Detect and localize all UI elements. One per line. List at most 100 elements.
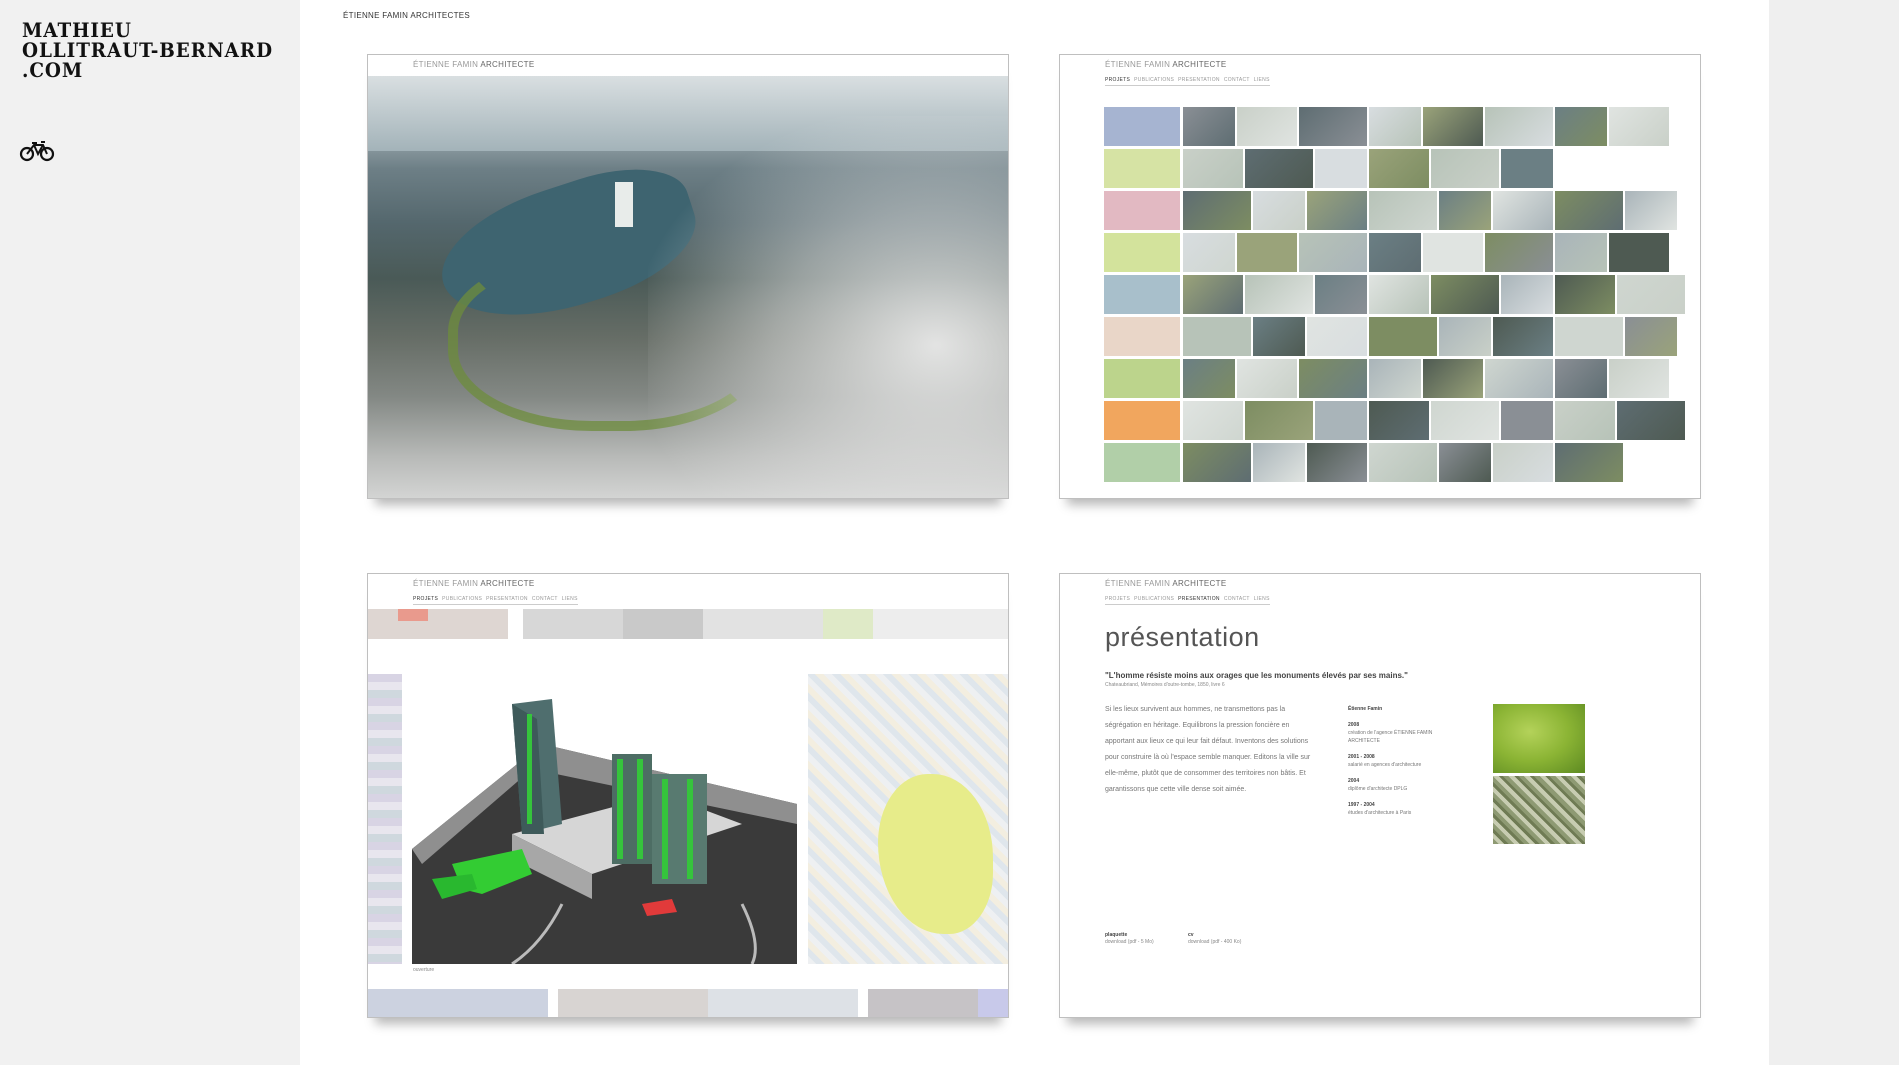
nav-presentation[interactable]: PRESENTATION bbox=[1178, 77, 1220, 83]
category-swatch[interactable] bbox=[1104, 443, 1180, 482]
project-thumbnail[interactable] bbox=[1501, 149, 1553, 188]
project-thumbnail[interactable] bbox=[1307, 443, 1367, 482]
download-brochure-link[interactable]: plaquette download (pdf - 5 Mo) bbox=[1105, 932, 1154, 946]
project-thumbnail[interactable] bbox=[1493, 443, 1553, 482]
project-thumbnail[interactable] bbox=[1423, 233, 1483, 272]
screenshot-card-presentation[interactable]: ÉTIENNE FAMIN ARCHITECTE PROJETS PUBLICAT… bbox=[1059, 573, 1701, 1018]
project-thumbnail[interactable] bbox=[1245, 401, 1313, 440]
project-thumbnail[interactable] bbox=[1183, 359, 1235, 398]
nav-presentation[interactable]: PRESENTATION bbox=[486, 596, 528, 602]
category-swatch[interactable] bbox=[1104, 191, 1180, 230]
project-thumbnail[interactable] bbox=[1237, 359, 1297, 398]
project-thumbnail[interactable] bbox=[1253, 191, 1305, 230]
project-thumbnail[interactable] bbox=[1609, 233, 1669, 272]
project-thumbnail[interactable] bbox=[1485, 359, 1553, 398]
project-thumbnail[interactable] bbox=[1245, 149, 1313, 188]
project-thumbnail[interactable] bbox=[1431, 149, 1499, 188]
project-thumbnail[interactable] bbox=[1369, 233, 1421, 272]
screenshot-card-model[interactable]: ÉTIENNE FAMIN ARCHITECTE PROJETS PUBLICAT… bbox=[367, 573, 1009, 1018]
category-swatch[interactable] bbox=[1104, 317, 1180, 356]
project-thumbnail[interactable] bbox=[1555, 317, 1623, 356]
project-thumbnail[interactable] bbox=[1307, 191, 1367, 230]
project-thumbnail[interactable] bbox=[1369, 401, 1429, 440]
screenshot-card-projects[interactable]: ÉTIENNE FAMIN ARCHITECTE PROJETS PUBLICAT… bbox=[1059, 54, 1701, 499]
nav-presentation[interactable]: PRESENTATION bbox=[1178, 596, 1220, 602]
project-thumbnail[interactable] bbox=[1555, 401, 1615, 440]
category-swatch[interactable] bbox=[1104, 401, 1180, 440]
project-thumbnail[interactable] bbox=[1253, 317, 1305, 356]
project-thumbnail[interactable] bbox=[1369, 359, 1421, 398]
project-thumbnail[interactable] bbox=[1555, 191, 1623, 230]
category-swatch[interactable] bbox=[1104, 107, 1180, 146]
project-thumbnail[interactable] bbox=[1609, 107, 1669, 146]
project-thumbnail[interactable] bbox=[1485, 233, 1553, 272]
project-thumbnail[interactable] bbox=[1369, 149, 1429, 188]
project-thumbnail[interactable] bbox=[1501, 401, 1553, 440]
project-thumbnail[interactable] bbox=[1439, 191, 1491, 230]
nav-contact[interactable]: CONTACT bbox=[1224, 77, 1250, 83]
nav-liens[interactable]: LIENS bbox=[562, 596, 578, 602]
project-thumbnail[interactable] bbox=[1493, 317, 1553, 356]
nav-liens[interactable]: LIENS bbox=[1254, 77, 1270, 83]
project-thumbnail[interactable] bbox=[1183, 107, 1235, 146]
nav-projets[interactable]: PROJETS bbox=[413, 596, 438, 602]
project-thumbnail[interactable] bbox=[1183, 443, 1251, 482]
project-thumbnail[interactable] bbox=[1237, 107, 1297, 146]
nav-projets[interactable]: PROJETS bbox=[1105, 77, 1130, 83]
project-thumbnail[interactable] bbox=[1423, 107, 1483, 146]
nav-publications[interactable]: PUBLICATIONS bbox=[442, 596, 482, 602]
bicycle-icon[interactable] bbox=[19, 140, 55, 162]
category-swatch[interactable] bbox=[1104, 233, 1180, 272]
project-thumbnail[interactable] bbox=[1485, 107, 1553, 146]
project-thumbnail[interactable] bbox=[1183, 191, 1251, 230]
screenshot-card-aerial[interactable]: ÉTIENNE FAMIN ARCHITECTE bbox=[367, 54, 1009, 499]
project-thumbnail[interactable] bbox=[1253, 443, 1305, 482]
project-thumbnail[interactable] bbox=[1617, 401, 1685, 440]
project-thumbnail[interactable] bbox=[1439, 317, 1491, 356]
nav-publications[interactable]: PUBLICATIONS bbox=[1134, 596, 1174, 602]
project-thumbnail[interactable] bbox=[1609, 359, 1669, 398]
nav-contact[interactable]: CONTACT bbox=[1224, 596, 1250, 602]
category-swatch[interactable] bbox=[1104, 275, 1180, 314]
category-swatch[interactable] bbox=[1104, 149, 1180, 188]
project-thumbnail[interactable] bbox=[1369, 191, 1437, 230]
project-thumbnail[interactable] bbox=[1183, 233, 1235, 272]
nav-contact[interactable]: CONTACT bbox=[532, 596, 558, 602]
project-thumbnail[interactable] bbox=[1555, 443, 1623, 482]
project-thumbnail[interactable] bbox=[1617, 275, 1685, 314]
project-thumbnail[interactable] bbox=[1555, 107, 1607, 146]
project-thumbnail[interactable] bbox=[1369, 443, 1437, 482]
project-thumbnail[interactable] bbox=[1237, 233, 1297, 272]
project-thumbnail[interactable] bbox=[1625, 191, 1677, 230]
project-thumbnail[interactable] bbox=[1315, 149, 1367, 188]
project-thumbnail[interactable] bbox=[1299, 233, 1367, 272]
project-thumbnail[interactable] bbox=[1307, 317, 1367, 356]
nav-projets[interactable]: PROJETS bbox=[1105, 596, 1130, 602]
nav-liens[interactable]: LIENS bbox=[1254, 596, 1270, 602]
project-thumbnail[interactable] bbox=[1245, 275, 1313, 314]
project-thumbnail[interactable] bbox=[1315, 275, 1367, 314]
project-thumbnail[interactable] bbox=[1493, 191, 1553, 230]
project-thumbnail[interactable] bbox=[1423, 359, 1483, 398]
project-thumbnail[interactable] bbox=[1501, 275, 1553, 314]
project-thumbnail[interactable] bbox=[1183, 275, 1243, 314]
project-thumbnail[interactable] bbox=[1555, 233, 1607, 272]
project-thumbnail[interactable] bbox=[1183, 149, 1243, 188]
download-cv-link[interactable]: cv download (pdf - 400 Ko) bbox=[1188, 932, 1241, 946]
project-thumbnail[interactable] bbox=[1183, 401, 1243, 440]
project-thumbnail[interactable] bbox=[1625, 317, 1677, 356]
project-thumbnail[interactable] bbox=[1369, 275, 1429, 314]
project-thumbnail[interactable] bbox=[1431, 401, 1499, 440]
category-swatch[interactable] bbox=[1104, 359, 1180, 398]
project-thumbnail[interactable] bbox=[1369, 107, 1421, 146]
site-logo[interactable]: MATHIEU OLLITRAUT-BERNARD .COM bbox=[22, 20, 273, 80]
project-thumbnail[interactable] bbox=[1439, 443, 1491, 482]
project-thumbnail[interactable] bbox=[1183, 317, 1251, 356]
nav-publications[interactable]: PUBLICATIONS bbox=[1134, 77, 1174, 83]
project-thumbnail[interactable] bbox=[1555, 359, 1607, 398]
project-thumbnail[interactable] bbox=[1315, 401, 1367, 440]
project-thumbnail[interactable] bbox=[1299, 107, 1367, 146]
project-thumbnail[interactable] bbox=[1431, 275, 1499, 314]
project-thumbnail[interactable] bbox=[1555, 275, 1615, 314]
project-thumbnail[interactable] bbox=[1299, 359, 1367, 398]
